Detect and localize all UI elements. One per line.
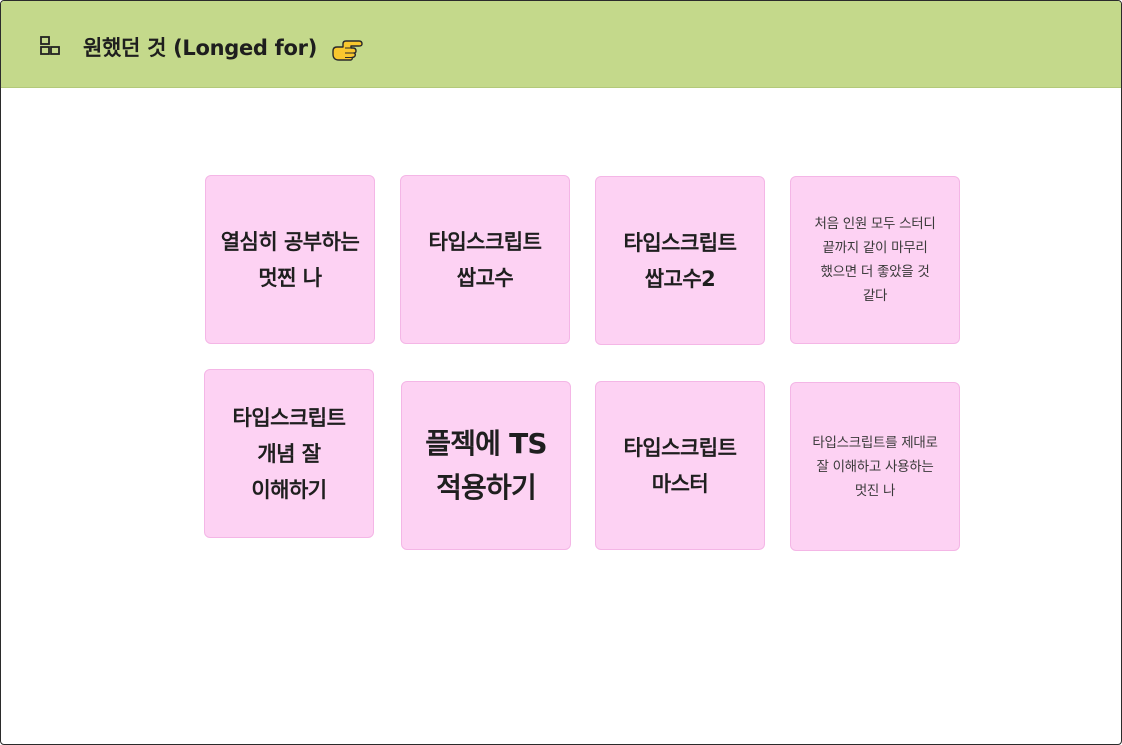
sticky-note-text: 처음 인원 모두 스터디 끝까지 같이 마무리 했으면 더 좋았을 것 같다 [814,216,936,304]
sticky-note-text: 열심히 공부하는 멋찐 나 [220,229,360,290]
sticky-note[interactable]: 타입스크립트 개념 잘 이해하기 [204,369,374,538]
sticky-note-text: 플젝에 TS 적용하기 [425,426,547,504]
sticky-note-text: 타입스크립트 개념 잘 이해하기 [232,405,346,502]
sticky-note-text: 타입스크립트 쌉고수2 [623,230,737,291]
sticky-note[interactable]: 타입스크립트를 제대로 잘 이해하고 사용하는 멋진 나 [790,382,960,551]
sticky-note[interactable]: 타입스크립트 쌉고수 [400,175,570,344]
board-frame: 원했던 것 (Longed for) 열심히 공부하는 멋찐 나 타입스크립트 … [0,0,1122,745]
sticky-note-text: 타입스크립트를 제대로 잘 이해하고 사용하는 멋진 나 [812,434,938,499]
sticky-note-text: 타입스크립트 마스터 [623,435,737,496]
sticky-note[interactable]: 열심히 공부하는 멋찐 나 [205,175,375,344]
sticky-note-text: 타입스크립트 쌉고수 [428,229,542,290]
sticky-note[interactable]: 처음 인원 모두 스터디 끝까지 같이 마무리 했으면 더 좋았을 것 같다 [790,176,960,344]
section-header: 원했던 것 (Longed for) [1,1,1121,88]
sticky-note[interactable]: 타입스크립트 쌉고수2 [595,176,765,345]
sticky-note[interactable]: 타입스크립트 마스터 [595,381,765,550]
sticky-note[interactable]: 플젝에 TS 적용하기 [401,381,571,550]
pointing-hand-icon [332,40,363,61]
frame-icon [40,36,60,55]
section-title: 원했던 것 (Longed for) [83,36,317,60]
